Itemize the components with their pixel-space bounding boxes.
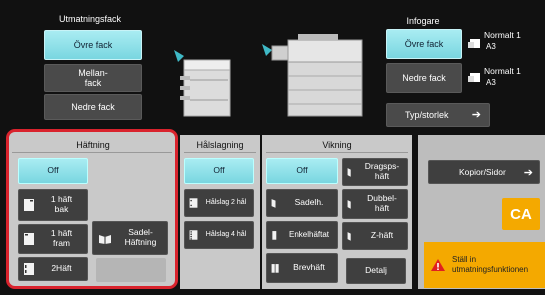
finisher-illustration	[174, 50, 231, 117]
accordion-fold-icon	[347, 168, 351, 177]
arrow-right-icon: ➔	[523, 166, 533, 179]
folding-saddle-button[interactable]: Sadelh.	[266, 189, 338, 217]
stapling-one-back-label: 1 häft bak	[50, 194, 73, 214]
staple-back-icon	[24, 199, 34, 211]
punching-four-label: Hålslag 4 hål	[205, 230, 247, 238]
arrow-right-icon: ➔	[471, 108, 481, 121]
folding-letter-button[interactable]: Brevhäft	[266, 253, 338, 283]
ca-button[interactable]: CA	[502, 198, 540, 230]
letter-fold-icon	[271, 264, 279, 273]
stapling-one-front-button[interactable]: 1 häft fram	[18, 224, 88, 254]
folding-saddle-label: Sadelh.	[294, 197, 324, 208]
inserter-lower-paper-type: Normalt 1	[484, 66, 521, 76]
stapling-empty-slot	[96, 258, 166, 282]
folding-single-label: Enkelhäftat	[288, 230, 330, 240]
staple-two-icon	[24, 263, 34, 275]
copies-pages-button[interactable]: Kopior/Sidor ➔	[428, 160, 540, 184]
output-tray-middle-button[interactable]: Mellan- fack	[44, 64, 142, 92]
warning-icon	[431, 259, 445, 271]
inserter-lower-button[interactable]: Nedre fack	[386, 63, 462, 93]
folding-detail-button[interactable]: Detalj	[346, 258, 406, 284]
type-size-button[interactable]: Typ/storlek ➔	[386, 103, 490, 127]
folding-letter-label: Brevhäft	[293, 262, 325, 273]
stapling-two-label: 2Häft	[51, 263, 72, 274]
inserter-lower-paper-size: A3	[486, 78, 496, 87]
folding-off-button[interactable]: Off	[266, 158, 338, 184]
punching-divider	[184, 152, 256, 153]
inserter-upper-paper-size: A3	[486, 42, 496, 51]
double-fold-icon	[347, 200, 351, 209]
folding-off-label: Off	[296, 165, 308, 176]
punching-two-label: Hålslag 2 hål	[205, 198, 247, 206]
inserter-upper-paper-type: Normalt 1	[484, 30, 521, 40]
output-tray-upper-button[interactable]: Övre fack	[44, 30, 142, 60]
inserter-upper-label: Övre fack	[404, 39, 444, 49]
output-tray-lower-label: Nedre fack	[71, 101, 115, 112]
paper-tray-icon	[468, 39, 480, 48]
punch-two-icon	[189, 198, 198, 208]
stapling-one-back-button[interactable]: 1 häft bak	[18, 189, 88, 221]
z-fold-icon	[347, 232, 351, 241]
staple-front-icon	[24, 233, 34, 245]
single-fold-icon	[272, 231, 277, 240]
copies-pages-label: Kopior/Sidor	[459, 167, 506, 177]
inserter-title: Infogare	[406, 16, 440, 26]
folding-z-label: Z-häft	[370, 230, 394, 241]
output-tray-upper-label: Övre fack	[73, 40, 113, 50]
punching-title: Hålslagning	[196, 140, 244, 150]
stapling-saddle-label: Sadel- Häftning	[124, 227, 157, 247]
output-tray-middle-label: Mellan- fack	[78, 67, 108, 88]
punching-two-button[interactable]: Hålslag 2 hål	[184, 189, 254, 217]
output-tray-lower-button[interactable]: Nedre fack	[44, 94, 142, 120]
folding-zfold-pull-label: Dragsps- häft	[364, 161, 400, 181]
ca-label: CA	[510, 205, 532, 223]
folding-detail-label: Detalj	[365, 265, 387, 276]
warning-text: Ställ in utmatningsfunktionen	[452, 255, 529, 274]
saddle-staple-icon	[99, 235, 111, 244]
folding-divider	[266, 152, 408, 153]
punching-off-label: Off	[213, 165, 225, 176]
folding-zfold-pull-button[interactable]: Dragsps- häft	[342, 158, 408, 186]
folding-double-button[interactable]: Dubbel- häft	[342, 189, 408, 219]
punching-four-button[interactable]: Hålslag 4 hål	[184, 221, 254, 249]
inserter-lower-label: Nedre fack	[402, 72, 446, 83]
folding-z-button[interactable]: Z-häft	[342, 222, 408, 250]
stapling-divider	[12, 152, 172, 153]
stapling-one-front-label: 1 häft fram	[50, 228, 73, 248]
stapling-two-button[interactable]: 2Häft	[18, 257, 88, 281]
inserter-upper-button[interactable]: Övre fack	[386, 29, 462, 59]
folding-double-label: Dubbel- häft	[367, 193, 397, 213]
folding-title: Vikning	[322, 140, 352, 150]
stapling-saddle-button[interactable]: Sadel- Häftning	[92, 221, 168, 255]
warning-banner: Ställ in utmatningsfunktionen	[424, 242, 545, 288]
type-size-label: Typ/storlek	[405, 109, 449, 120]
printer-illustration	[262, 34, 363, 117]
output-tray-title: Utmatningsfack	[58, 14, 122, 24]
stapling-off-button[interactable]: Off	[18, 158, 88, 184]
folding-single-button[interactable]: Enkelhäftat	[266, 221, 338, 249]
punching-off-button[interactable]: Off	[184, 158, 254, 184]
saddle-fold-icon	[271, 199, 276, 208]
paper-tray-icon	[468, 73, 480, 82]
stapling-off-label: Off	[47, 165, 59, 176]
punch-four-icon	[189, 230, 198, 240]
stapling-title: Häftning	[76, 140, 110, 150]
